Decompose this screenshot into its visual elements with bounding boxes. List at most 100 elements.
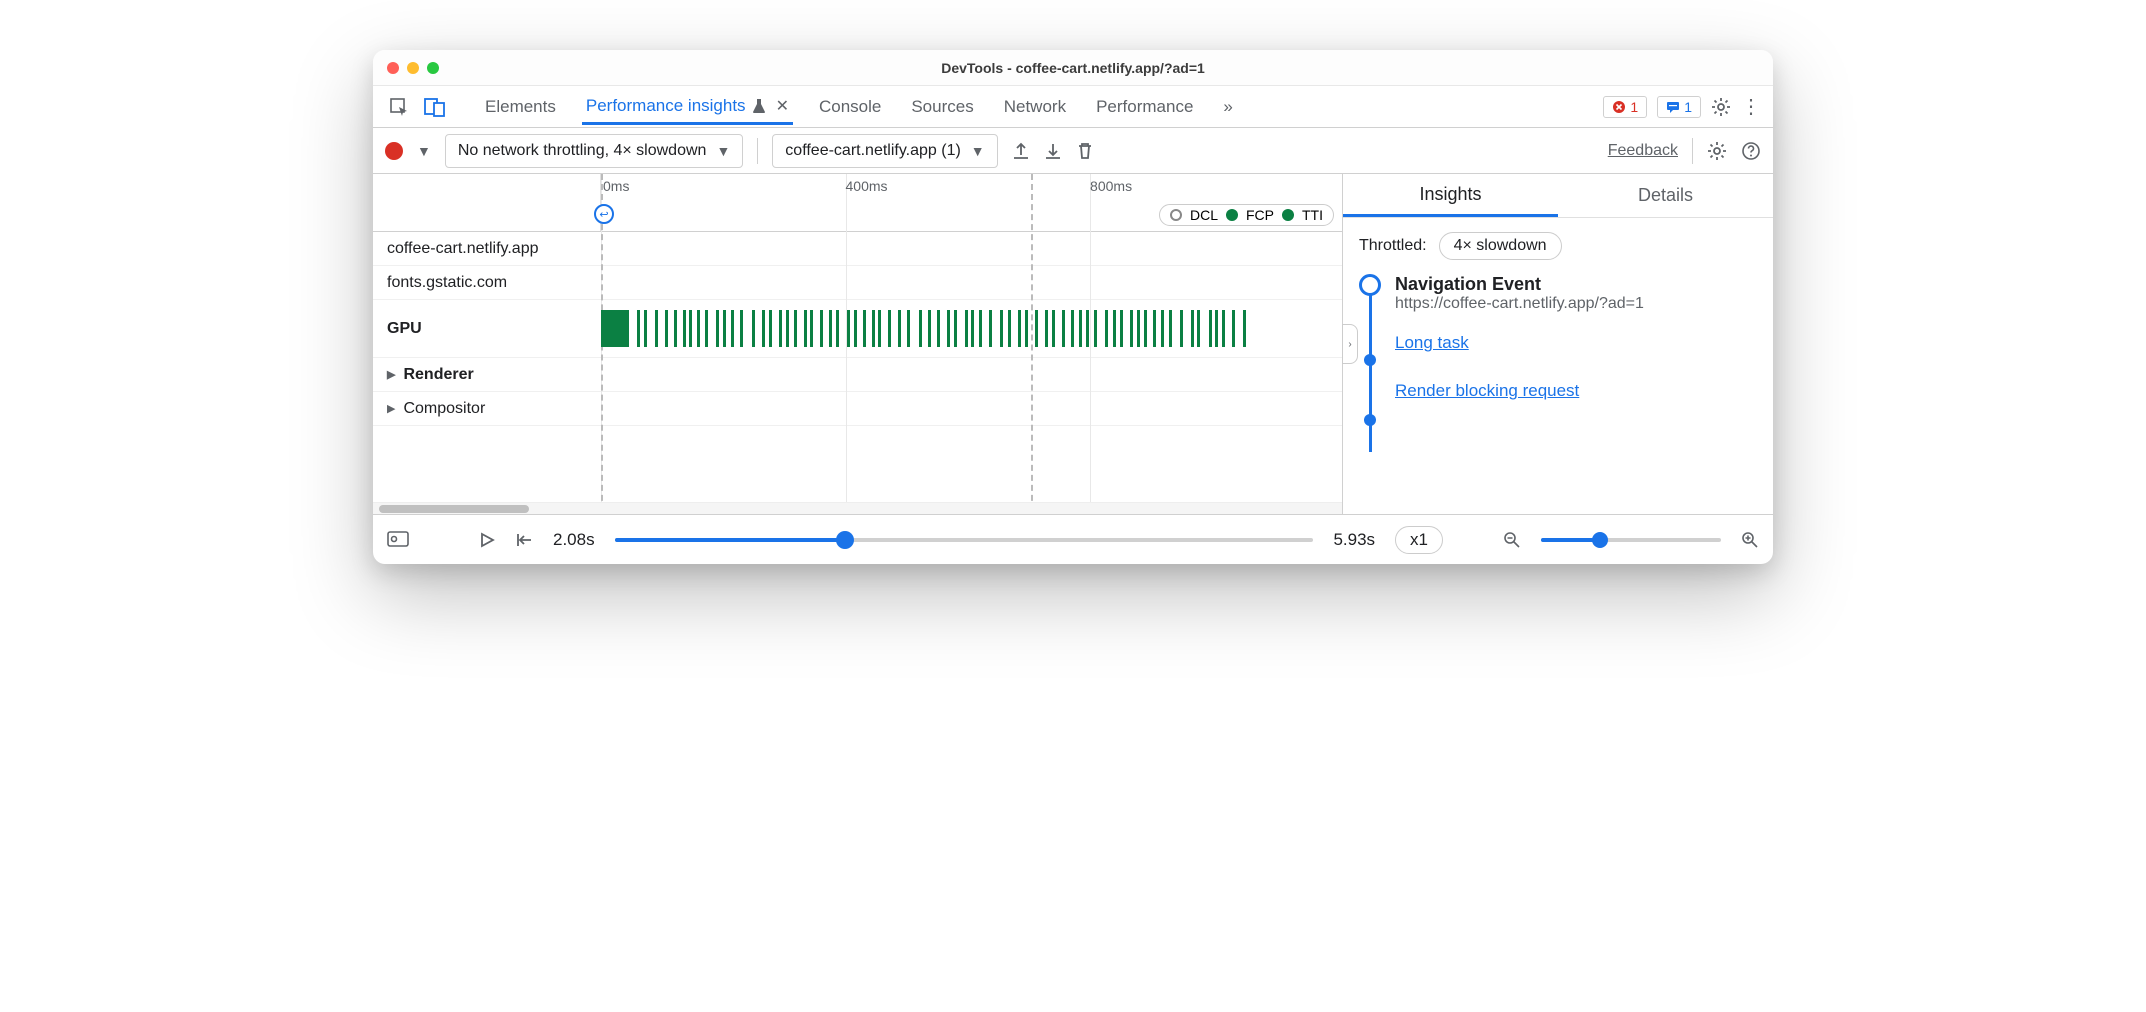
tti-dot-icon [1282,209,1294,221]
track-network-1[interactable]: coffee-cart.netlify.app [373,232,1342,266]
tti-label: TTI [1302,207,1323,223]
restart-icon[interactable] [515,532,533,548]
export-icon[interactable] [1012,142,1030,160]
panel-settings-icon[interactable] [1707,141,1727,161]
panel-tabstrip: Elements Performance insights ✕ Console … [373,86,1773,128]
tabstrip-right-tools: 1 1 ⋮ [1603,94,1765,119]
error-icon [1612,100,1626,114]
track-renderer[interactable]: ▶Renderer [373,358,1342,392]
dcl-dot-icon [1170,209,1182,221]
error-count: 1 [1630,99,1638,115]
insights-content: Throttled: 4× slowdown Navigation Event [1343,218,1773,514]
record-button[interactable] [385,142,403,160]
divider [757,138,758,164]
tab-network[interactable]: Network [1000,89,1070,125]
close-window-button[interactable] [387,62,399,74]
tick-2: 800ms [1090,178,1132,194]
throttled-label: Throttled: [1359,237,1427,255]
insights-sidebar: › Insights Details Throttled: 4× slowdow… [1343,174,1773,514]
throttling-label: No network throttling, 4× slowdown [458,142,707,160]
feedback-link[interactable]: Feedback [1608,142,1678,160]
playback-footer: 2.08s 5.93s x1 [373,514,1773,564]
more-menu-icon[interactable]: ⋮ [1741,94,1759,119]
throttling-select[interactable]: No network throttling, 4× slowdown ▼ [445,134,743,168]
error-count-badge[interactable]: 1 [1603,96,1647,118]
track-label: GPU [373,320,601,338]
tab-performance[interactable]: Performance [1092,89,1197,125]
scrub-slider[interactable] [615,538,1314,542]
tab-performance-insights[interactable]: Performance insights ✕ [582,88,793,125]
fcp-label: FCP [1246,207,1274,223]
minimize-window-button[interactable] [407,62,419,74]
message-icon [1666,100,1680,114]
tab-console[interactable]: Console [815,89,885,125]
flask-icon [752,98,766,114]
disclosure-icon[interactable]: ▶ [387,368,395,381]
record-menu-caret-icon[interactable]: ▼ [417,143,431,159]
divider [1692,138,1693,164]
insights-toolbar: ▼ No network throttling, 4× slowdown ▼ c… [373,128,1773,174]
tab-details[interactable]: Details [1558,174,1773,217]
zoom-in-icon[interactable] [1741,531,1759,549]
horizontal-scrollbar[interactable] [373,502,1342,514]
insights-body: 0ms 400ms 800ms ↩ DCL FCP TTI c [373,174,1773,514]
tab-elements[interactable]: Elements [481,89,560,125]
dcl-label: DCL [1190,207,1218,223]
scrub-end: 5.93s [1333,530,1375,550]
titlebar: DevTools - coffee-cart.netlify.app/?ad=1 [373,50,1773,86]
inspect-element-icon[interactable] [381,89,417,125]
navigation-marker-icon[interactable]: ↩ [594,204,614,224]
tick-1: 400ms [846,178,888,194]
gpu-activity: /* bars below generated statically */ [601,310,1342,347]
nav-event-url: https://coffee-cart.netlify.app/?ad=1 [1395,295,1757,313]
sidebar-tabs: Insights Details [1343,174,1773,218]
nav-event-marker-icon [1359,274,1381,296]
recording-label: coffee-cart.netlify.app (1) [785,142,961,160]
panel-tabs: Elements Performance insights ✕ Console … [481,88,1603,125]
zoom-slider[interactable] [1541,538,1721,542]
dropdown-caret-icon: ▼ [971,143,985,159]
event-dot-icon [1364,354,1376,366]
nav-event-title: Navigation Event [1395,274,1757,295]
track-network-2[interactable]: fonts.gstatic.com [373,266,1342,300]
screenshot-toggle-icon[interactable] [387,531,409,549]
settings-gear-icon[interactable] [1711,97,1731,117]
insights-event-list: Navigation Event https://coffee-cart.net… [1359,274,1757,432]
import-icon[interactable] [1044,142,1062,160]
delete-icon[interactable] [1076,142,1094,160]
track-label: fonts.gstatic.com [373,274,601,292]
insight-long-task[interactable]: Long task [1395,333,1757,353]
tick-0: 0ms [603,178,629,194]
tab-insights[interactable]: Insights [1343,174,1558,217]
tab-sources[interactable]: Sources [907,89,977,125]
timeline-ruler[interactable]: 0ms 400ms 800ms ↩ DCL FCP TTI [373,174,1342,232]
message-count-badge[interactable]: 1 [1657,96,1701,118]
timeline-pane: 0ms 400ms 800ms ↩ DCL FCP TTI c [373,174,1343,514]
scrub-start: 2.08s [553,530,595,550]
more-tabs-icon[interactable]: » [1219,89,1236,125]
throttled-chip[interactable]: 4× slowdown [1439,232,1562,260]
speed-chip[interactable]: x1 [1395,526,1443,554]
collapse-sidebar-icon[interactable]: › [1342,324,1358,364]
track-label: ▶Compositor [373,400,601,418]
timeline-tracks[interactable]: coffee-cart.netlify.app fonts.gstatic.co… [373,232,1342,502]
tab-label: Performance insights [586,96,746,116]
help-icon[interactable] [1741,141,1761,161]
zoom-out-icon[interactable] [1503,531,1521,549]
play-icon[interactable] [479,532,495,548]
track-compositor[interactable]: ▶Compositor [373,392,1342,426]
dropdown-caret-icon: ▼ [716,143,730,159]
track-label: ▶Renderer [373,366,601,384]
insight-render-blocking[interactable]: Render blocking request [1395,381,1757,401]
track-gpu[interactable]: GPU /* bars below generated statically *… [373,300,1342,358]
disclosure-icon[interactable]: ▶ [387,402,395,415]
device-toolbar-icon[interactable] [417,89,453,125]
fcp-dot-icon [1226,209,1238,221]
window-title: DevTools - coffee-cart.netlify.app/?ad=1 [453,60,1773,76]
close-tab-icon[interactable]: ✕ [776,96,789,116]
track-label: coffee-cart.netlify.app [373,240,601,258]
metrics-pill[interactable]: DCL FCP TTI [1159,204,1334,226]
message-count: 1 [1684,99,1692,115]
recording-select[interactable]: coffee-cart.netlify.app (1) ▼ [772,134,997,168]
maximize-window-button[interactable] [427,62,439,74]
